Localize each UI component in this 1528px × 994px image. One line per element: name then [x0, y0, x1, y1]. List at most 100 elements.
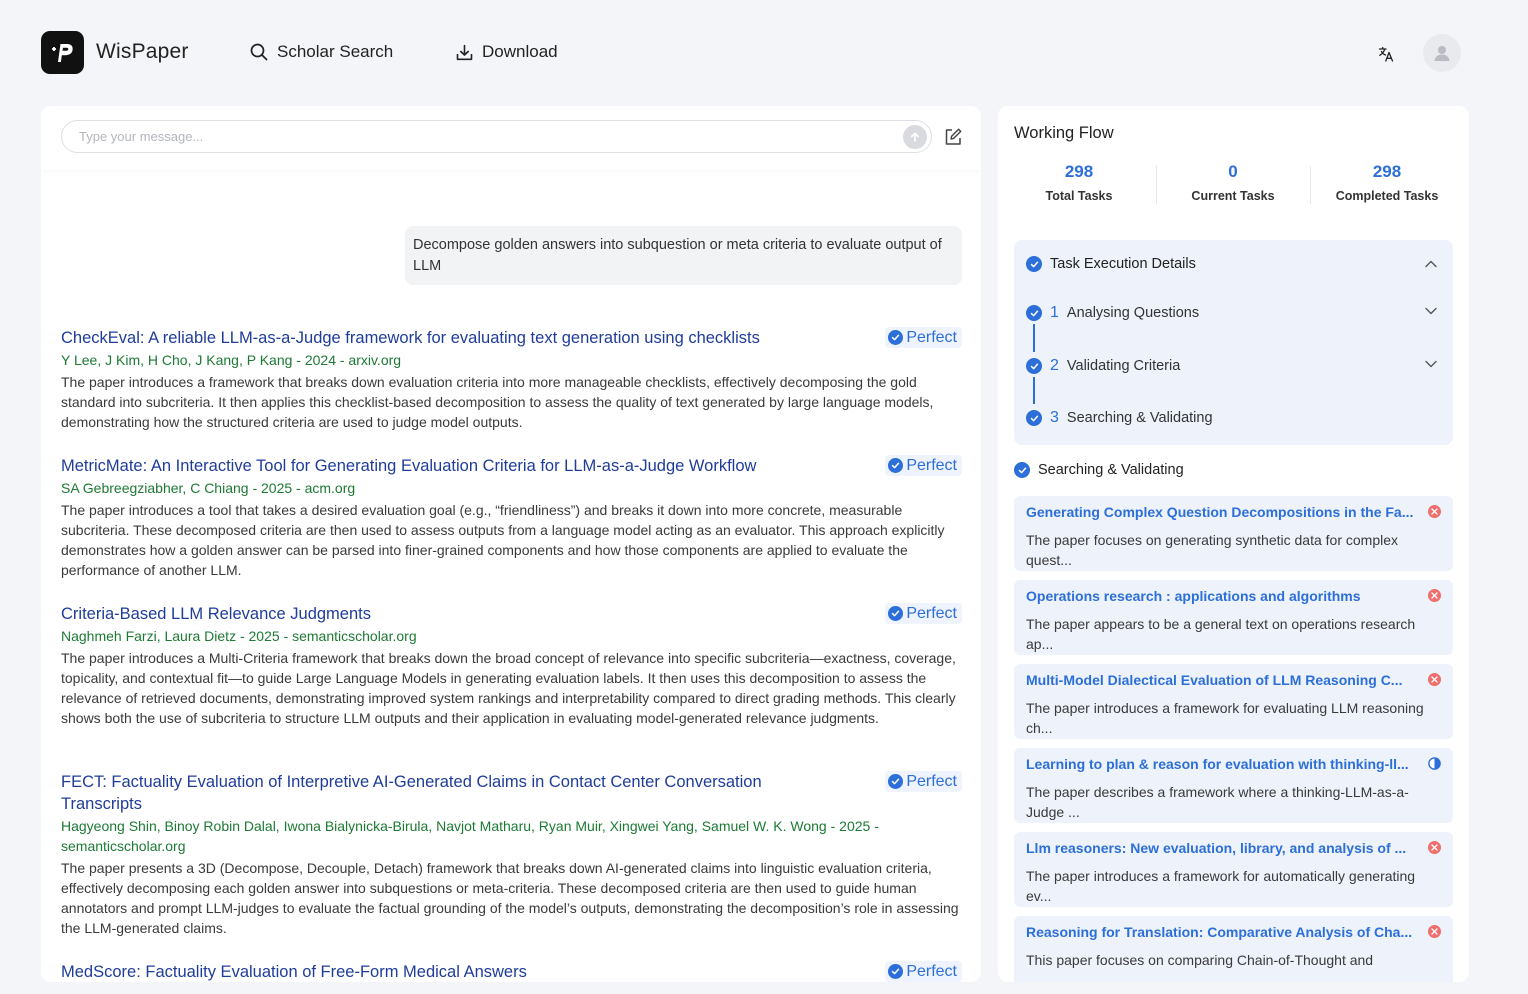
nav-scholar-search[interactable]: Scholar Search [250, 42, 393, 62]
status-badge-label: Perfect [906, 604, 957, 622]
result-title[interactable]: MetricMate: An Interactive Tool for Gene… [61, 455, 841, 477]
stat-label: Total Tasks [1045, 189, 1113, 203]
half-circle-icon [1428, 757, 1441, 770]
searching-validating-header: Searching & Validating [1014, 462, 1184, 478]
chat-results-panel: Decompose golden answers into subquestio… [41, 106, 981, 982]
result-title[interactable]: MedScore: Factuality Evaluation of Free-… [61, 961, 841, 982]
status-badge-label: Perfect [906, 772, 957, 790]
step-connector [1033, 324, 1035, 352]
check-circle-icon [1026, 358, 1042, 374]
paper-card-description: This paper focuses on comparing Chain-of… [1026, 952, 1374, 968]
result-description: The paper introduces a tool that takes a… [61, 502, 945, 578]
step-analysing-questions[interactable]: 1 Analysing Questions [1026, 304, 1199, 322]
stat-total-tasks: 298 Total Tasks [1004, 162, 1154, 203]
stat-completed-tasks: 298 Completed Tasks [1312, 162, 1462, 203]
paper-card-description: The paper introduces a framework for aut… [1026, 868, 1416, 904]
result-item: Criteria-Based LLM Relevance Judgments P… [61, 603, 962, 728]
paper-card[interactable]: Llm reasoners: New evaluation, library, … [1014, 832, 1453, 907]
user-message-bubble: Decompose golden answers into subquestio… [405, 226, 962, 285]
step-label: Searching & Validating [1066, 410, 1213, 426]
paper-card[interactable]: Learning to plan & reason for evaluation… [1014, 748, 1453, 823]
task-execution-header[interactable]: Task Execution Details [1026, 256, 1196, 272]
stat-label: Current Tasks [1191, 189, 1275, 203]
check-circle-icon [888, 606, 904, 621]
check-circle-icon [1014, 462, 1030, 478]
message-input[interactable] [61, 120, 932, 153]
stat-value: 0 [1228, 162, 1238, 181]
arrow-up-icon [911, 132, 919, 142]
stat-label: Completed Tasks [1335, 189, 1439, 203]
rejected-icon [1428, 841, 1441, 854]
translate-icon [1378, 46, 1394, 62]
result-title[interactable]: CheckEval: A reliable LLM-as-a-Judge fra… [61, 327, 841, 349]
status-badge: Perfect [885, 455, 962, 476]
brand-name[interactable]: WisPaper [96, 40, 189, 64]
step-validating-criteria[interactable]: 2 Validating Criteria [1026, 357, 1180, 375]
chevron-down-icon[interactable] [1424, 304, 1438, 318]
chevron-up-icon[interactable] [1424, 257, 1438, 271]
paper-card[interactable]: Multi-Model Dialectical Evaluation of LL… [1014, 664, 1453, 739]
divider [1310, 166, 1311, 204]
result-description: The paper presents a 3D (Decompose, Deco… [61, 860, 959, 936]
rejected-icon [1428, 589, 1441, 602]
rejected-icon [1428, 505, 1441, 518]
check-circle-icon [888, 458, 904, 473]
result-title[interactable]: FECT: Factuality Evaluation of Interpret… [61, 771, 841, 815]
paper-card-description: The paper focuses on generating syntheti… [1026, 532, 1398, 568]
wispaper-logo-icon[interactable] [41, 31, 84, 74]
paper-card-title[interactable]: Generating Complex Question Decompositio… [1026, 503, 1418, 521]
paper-card[interactable]: Reasoning for Translation: Comparative A… [1014, 916, 1453, 982]
check-circle-icon [1026, 256, 1042, 272]
chevron-down-icon[interactable] [1424, 357, 1438, 371]
paper-card-description: The paper introduces a framework for eva… [1026, 700, 1424, 736]
working-flow-panel: Working Flow 298 Total Tasks 0 Current T… [998, 106, 1469, 982]
nav-scholar-search-label: Scholar Search [277, 42, 394, 61]
download-icon [456, 44, 473, 60]
paper-card[interactable]: Generating Complex Question Decompositio… [1014, 496, 1453, 571]
check-circle-icon [1026, 410, 1042, 426]
check-circle-icon [888, 774, 904, 789]
paper-card-title[interactable]: Reasoning for Translation: Comparative A… [1026, 923, 1418, 941]
edit-icon [945, 128, 962, 145]
step-number: 3 [1050, 409, 1059, 426]
paper-card-title[interactable]: Learning to plan & reason for evaluation… [1026, 755, 1418, 773]
status-badge: Perfect [885, 771, 962, 792]
stat-value: 298 [1064, 162, 1094, 181]
step-number: 2 [1050, 357, 1059, 374]
check-circle-icon [888, 330, 904, 345]
stat-current-tasks: 0 Current Tasks [1158, 162, 1308, 203]
send-button[interactable] [903, 125, 927, 149]
step-connector [1033, 377, 1035, 404]
task-execution-details: Task Execution Details 1 Analysing Quest… [1014, 240, 1453, 445]
message-bar [41, 106, 981, 170]
result-title[interactable]: Criteria-Based LLM Relevance Judgments [61, 603, 841, 625]
result-description: The paper introduces a Multi-Criteria fr… [61, 650, 956, 726]
step-searching-validating[interactable]: 3 Searching & Validating [1026, 409, 1213, 427]
paper-card-title[interactable]: Multi-Model Dialectical Evaluation of LL… [1026, 671, 1418, 689]
result-item: MedScore: Factuality Evaluation of Free-… [61, 961, 962, 982]
status-badge: Perfect [885, 961, 962, 982]
user-avatar[interactable] [1423, 34, 1461, 72]
result-meta: Naghmeh Farzi, Laura Dietz - 2025 - sema… [61, 628, 417, 644]
status-badge-label: Perfect [906, 962, 957, 980]
nav-download[interactable]: Download [456, 42, 558, 62]
rejected-icon [1428, 673, 1441, 686]
new-chat-button[interactable] [943, 127, 963, 147]
search-icon [250, 43, 268, 61]
result-item: FECT: Factuality Evaluation of Interpret… [61, 771, 962, 938]
result-item: CheckEval: A reliable LLM-as-a-Judge fra… [61, 327, 962, 432]
translate-button[interactable] [1373, 42, 1399, 66]
status-badge: Perfect [885, 603, 962, 624]
check-circle-icon [888, 964, 904, 979]
paper-card[interactable]: Operations research : applications and a… [1014, 580, 1453, 655]
result-description: The paper introduces a framework that br… [61, 374, 934, 430]
stat-value: 298 [1372, 162, 1402, 181]
paper-card-title[interactable]: Operations research : applications and a… [1026, 587, 1418, 605]
nav-download-label: Download [482, 42, 558, 61]
paper-card-title[interactable]: Llm reasoners: New evaluation, library, … [1026, 839, 1418, 857]
step-label: Analysing Questions [1066, 305, 1200, 321]
result-meta: Hagyeong Shin, Binoy Robin Dalal, Iwona … [61, 818, 879, 854]
step-label: Validating Criteria [1066, 358, 1181, 374]
status-badge-label: Perfect [906, 328, 957, 346]
searching-validating-title: Searching & Validating [1038, 462, 1184, 478]
